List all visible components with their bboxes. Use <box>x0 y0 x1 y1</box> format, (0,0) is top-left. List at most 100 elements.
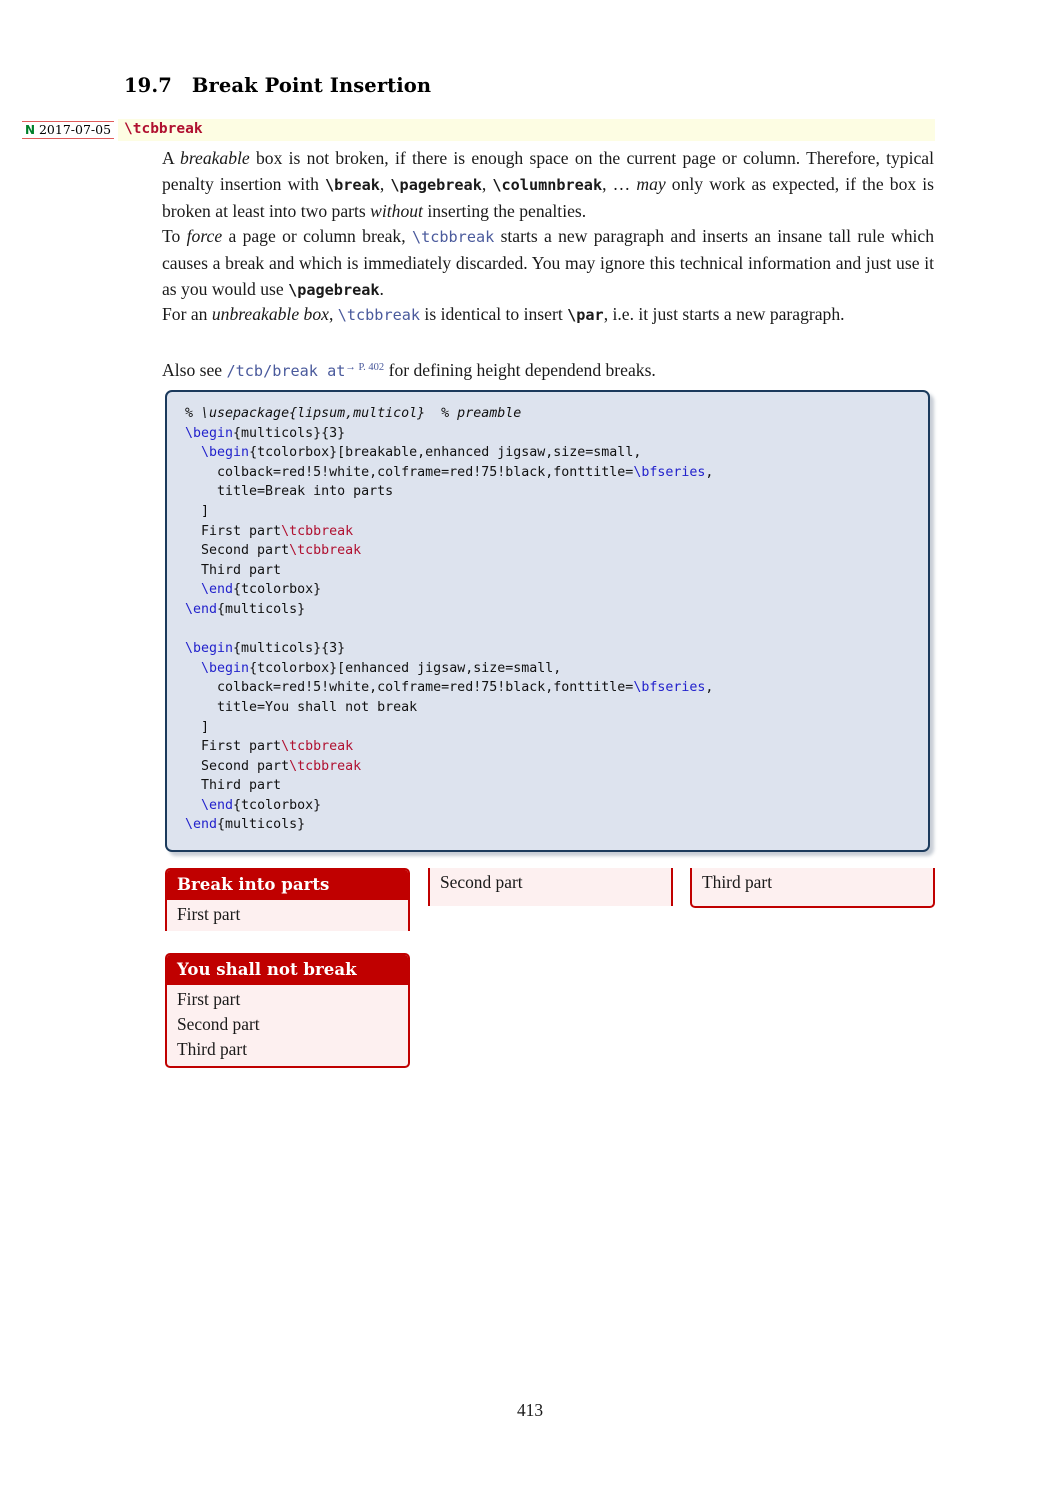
emphasis-may: may <box>636 173 666 194</box>
code-token: {multicols}{3} <box>233 425 346 441</box>
code-token: \begin <box>185 425 234 441</box>
section-title: Break Point Insertion <box>191 74 432 97</box>
code-line: colback=red!5!white,colframe=red!75!blac… <box>185 465 713 480</box>
code-listing-text: % \usepackage{lipsum,multicol} % preambl… <box>185 404 713 835</box>
code-line: ] <box>185 720 209 735</box>
code-token: \begin <box>201 445 250 461</box>
code-tcbbreak: \tcbbreak <box>411 228 495 246</box>
paragraph-breakable-explanation: A breakable box is not broken, if there … <box>162 146 934 224</box>
emphasis-force: force <box>186 226 223 246</box>
text-run: , <box>481 173 493 194</box>
code-token: , <box>705 680 714 696</box>
code-tcbbreak: \tcbbreak <box>337 306 421 324</box>
code-token: % \usepackage{lipsum,multicol} % preambl… <box>185 406 522 421</box>
code-line: Third part <box>185 563 281 578</box>
code-line: First part\tcbbreak <box>185 524 353 539</box>
margin-marker-date: 2017-07-05 <box>38 122 112 137</box>
code-token: {multicols} <box>217 601 306 617</box>
code-token: \tcbbreak <box>289 758 362 774</box>
code-line: ] <box>185 504 209 519</box>
result-box-body-line: First part <box>177 989 241 1009</box>
page-number: 413 <box>516 1400 544 1420</box>
code-token: \end <box>201 582 234 598</box>
text-run: For an <box>162 304 212 324</box>
text-run: a page or column break, <box>222 226 412 246</box>
code-line: Third part <box>185 778 281 793</box>
code-line: \begin{multicols}{3} <box>185 641 345 656</box>
new-flag-label: N <box>24 123 35 137</box>
result-box-body: First part Second part Third part <box>167 985 408 1066</box>
code-token: ] <box>185 503 210 519</box>
code-token: \end <box>185 817 218 833</box>
text-run: . <box>379 278 384 299</box>
result-box-body: Second part <box>440 872 523 892</box>
result-box-you-shall-not-break: You shall not break First part Second par… <box>165 953 410 1068</box>
code-columnbreak: \columnbreak <box>492 175 603 194</box>
code-token: ] <box>185 719 210 735</box>
code-line: \begin{tcolorbox}[breakable,enhanced jig… <box>185 445 641 460</box>
code-token: colback=red!5!white,colframe=red!75!blac… <box>185 464 634 480</box>
code-token: \begin <box>201 660 250 676</box>
code-break: \break <box>325 175 380 194</box>
paragraph-force-break: To force a page or column break, \tcbbre… <box>162 224 934 303</box>
code-token: {tcolorbox}[breakable,enhanced jigsaw,si… <box>249 445 642 461</box>
code-token: \begin <box>185 641 234 657</box>
page-reference-link[interactable]: → P. 402 <box>345 362 384 373</box>
command-name: \tcbbreak <box>124 121 203 137</box>
emphasis-breakable: breakable <box>180 148 250 168</box>
page-title: 19.7 Break Point Insertion <box>124 74 431 97</box>
code-token: Third part <box>185 562 282 578</box>
code-token: \end <box>185 601 218 617</box>
text-run: A <box>162 148 181 168</box>
section-number: 19.7 <box>124 74 172 97</box>
code-pagebreak: \pagebreak <box>390 175 482 194</box>
code-token: title=Break into parts <box>185 484 394 500</box>
code-token: Third part <box>185 778 282 794</box>
command-highlight-band <box>118 119 935 141</box>
code-line: title=Break into parts <box>185 484 393 499</box>
code-token: Second part <box>185 543 290 559</box>
code-token: \tcbbreak <box>281 739 354 755</box>
result-box-break-into-parts-part2: Second part <box>428 868 673 906</box>
result-box-body-line: Second part <box>177 1014 260 1034</box>
code-pagebreak: \pagebreak <box>288 280 380 299</box>
code-token: {tcolorbox} <box>233 797 322 813</box>
code-line: title=You shall not break <box>185 700 417 715</box>
text-run: for defining height dependend breaks. <box>384 359 656 380</box>
code-token: {multicols}{3} <box>233 641 346 657</box>
result-box-body-line: Third part <box>177 1039 248 1059</box>
code-token: \bfseries <box>633 680 706 696</box>
code-line: % \usepackage{lipsum,multicol} % preambl… <box>185 406 521 421</box>
result-box-break-into-parts-part3: Third part <box>690 868 935 908</box>
text-run: To <box>162 226 187 246</box>
result-box-title: You shall not break <box>167 955 408 985</box>
text-run: , … <box>602 173 637 194</box>
code-par: \par <box>567 306 604 324</box>
option-link-break-at[interactable]: /tcb/break at <box>227 362 346 380</box>
code-line: \end{multicols} <box>185 817 305 832</box>
emphasis-unbreakable-box: unbreakable box <box>211 304 329 324</box>
text-run: , i.e. it just starts a new paragraph. <box>603 304 845 324</box>
emphasis-without: without <box>370 200 423 221</box>
result-box-body: Third part <box>702 872 773 892</box>
code-line: First part\tcbbreak <box>185 739 353 754</box>
code-line: Second part\tcbbreak <box>185 543 361 558</box>
code-token: First part <box>185 739 282 755</box>
code-token: Second part <box>185 758 290 774</box>
code-token: First part <box>185 523 282 539</box>
text-run: , <box>379 173 391 194</box>
code-token: {tcolorbox}[enhanced jigsaw,size=small, <box>249 660 562 676</box>
code-token: {tcolorbox} <box>233 582 322 598</box>
result-box-body: First part <box>177 904 241 924</box>
code-line: \end{tcolorbox} <box>185 798 321 813</box>
code-line: \begin{tcolorbox}[enhanced jigsaw,size=s… <box>185 661 561 676</box>
code-token: \tcbbreak <box>281 523 354 539</box>
code-token: \end <box>201 797 234 813</box>
text-run: Also see <box>162 359 227 380</box>
code-line: Second part\tcbbreak <box>185 759 361 774</box>
text-run: is identical to insert <box>420 304 568 324</box>
